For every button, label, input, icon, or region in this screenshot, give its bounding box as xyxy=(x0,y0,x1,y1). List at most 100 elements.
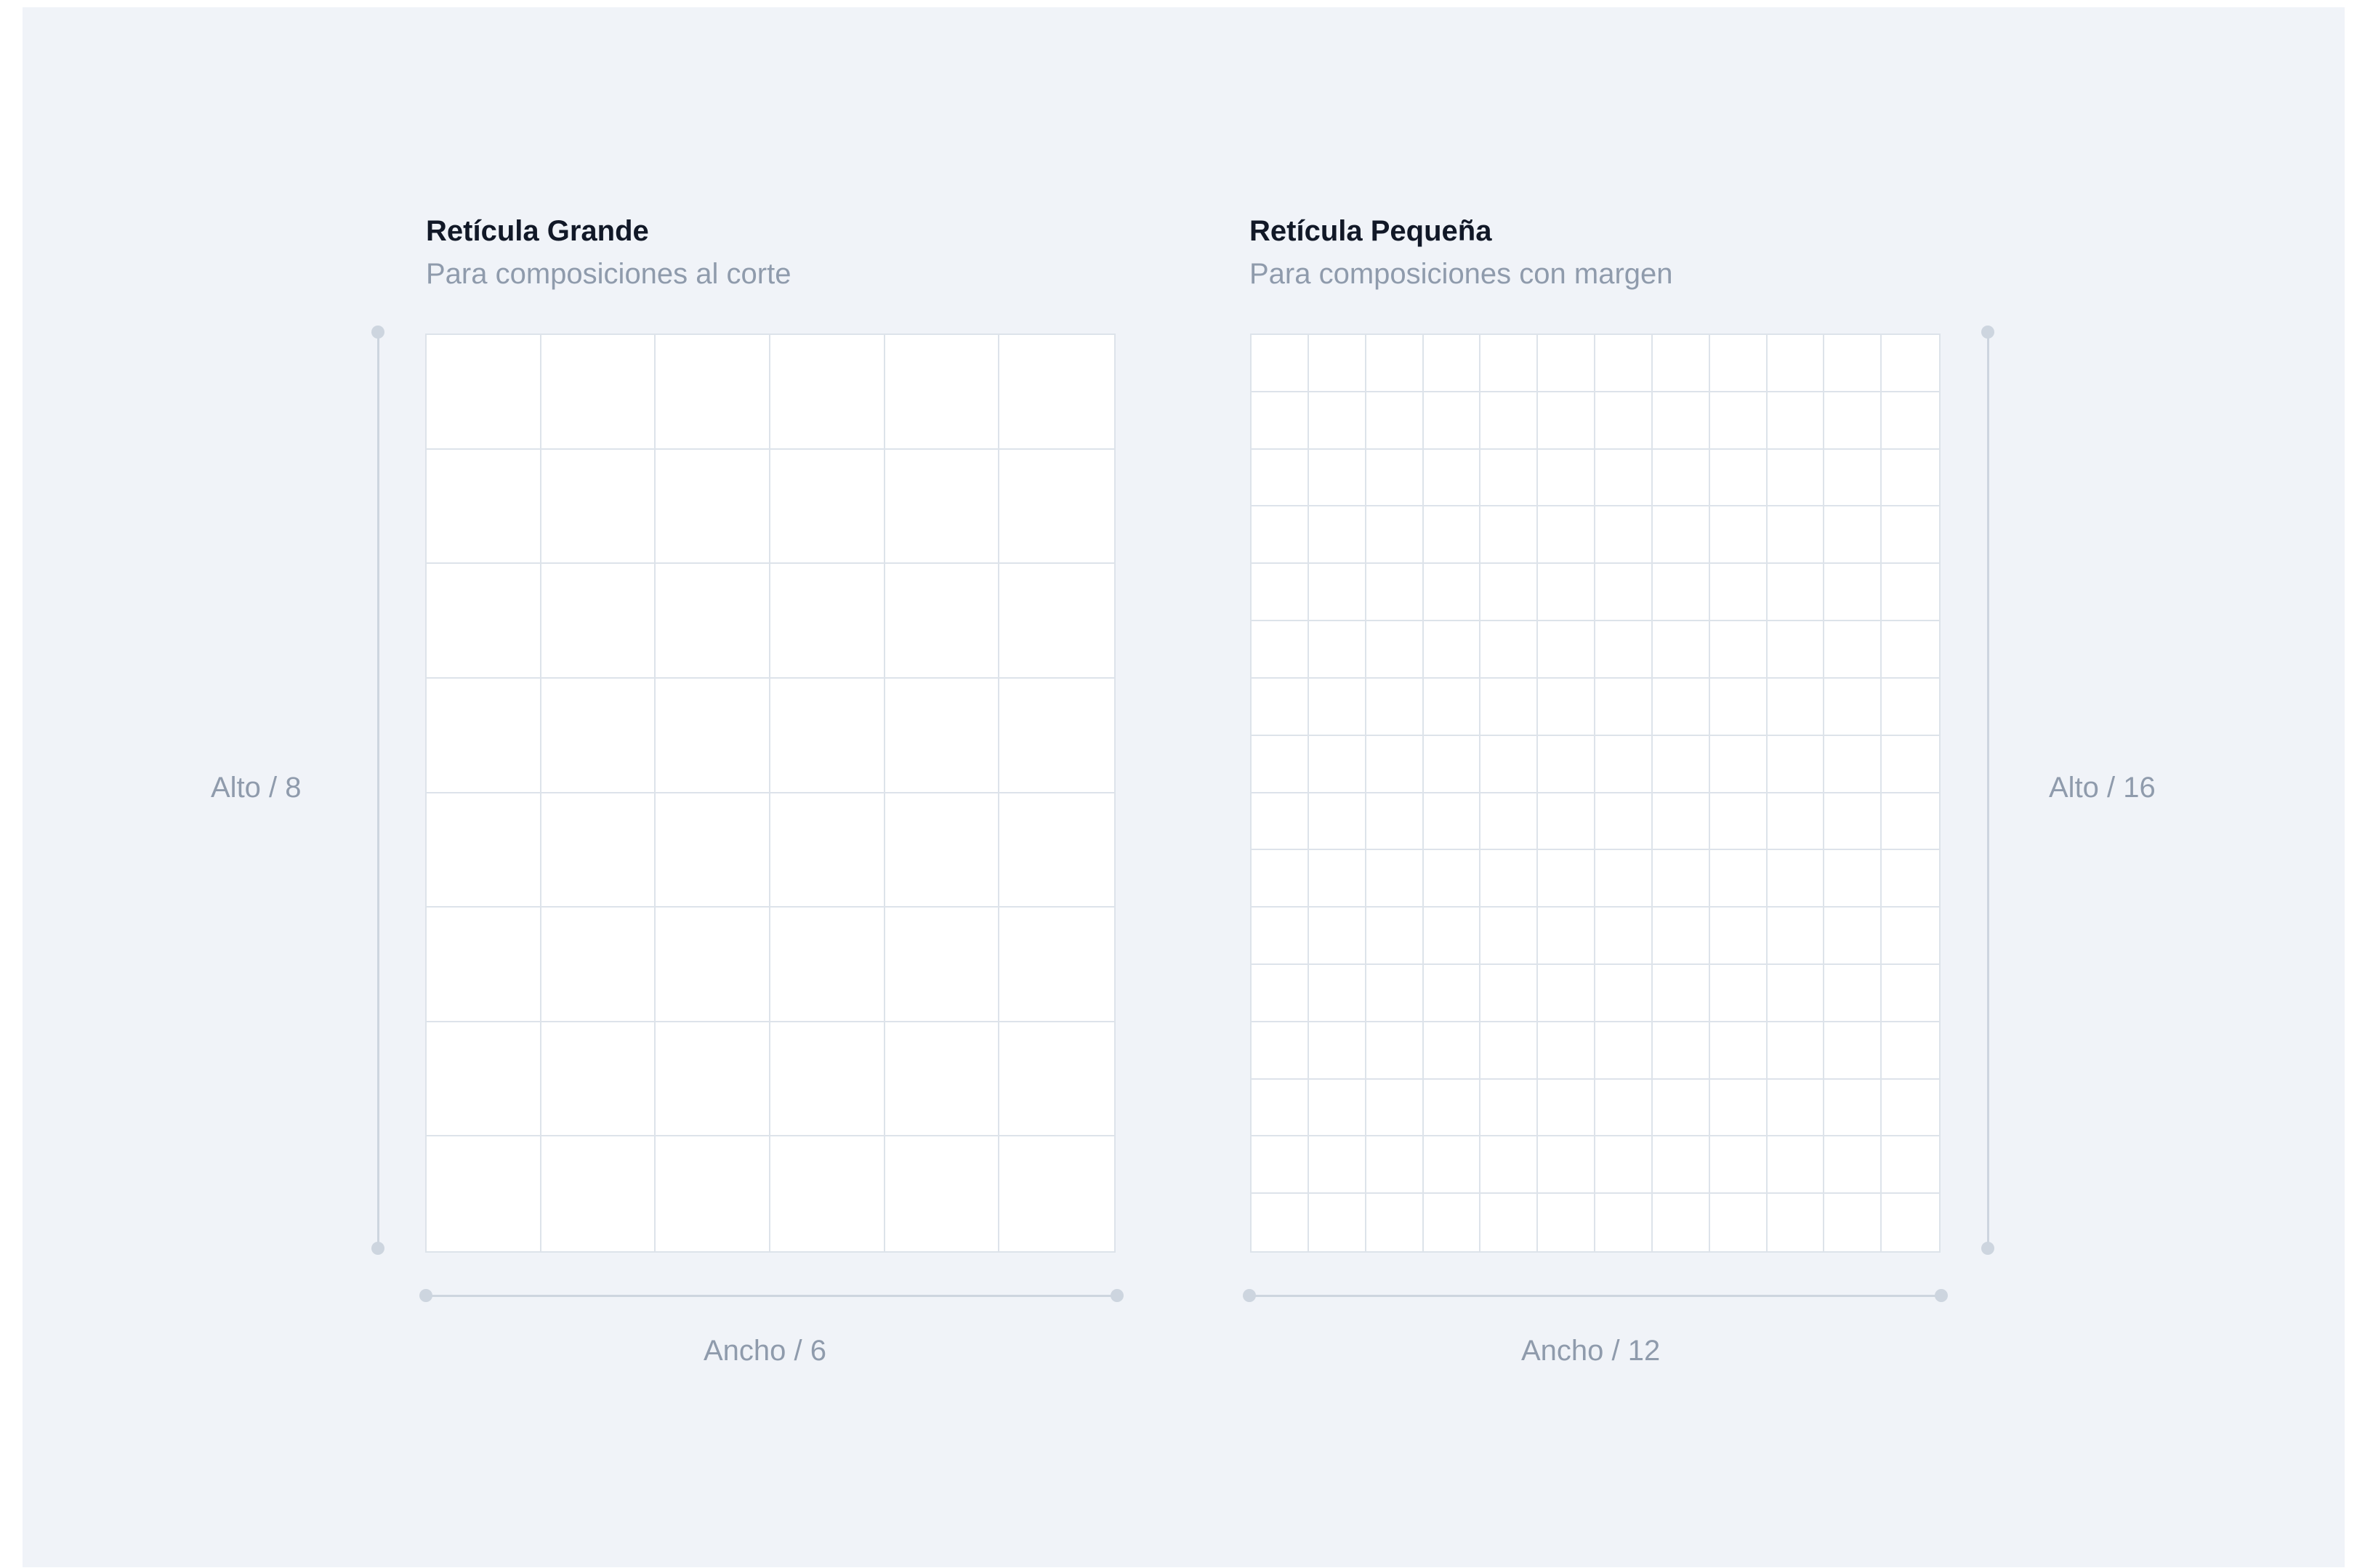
grid-cell xyxy=(1252,621,1309,679)
grid-cell xyxy=(1423,564,1481,622)
grid-cell xyxy=(1709,735,1768,793)
grid-cell xyxy=(1709,564,1768,622)
grid-cell xyxy=(1767,392,1825,450)
grid-cell xyxy=(1882,965,1939,1022)
grid-cell xyxy=(1824,793,1882,851)
grid-cell xyxy=(1366,1136,1424,1195)
grid-cell xyxy=(1652,735,1710,793)
large-width-label: Ancho / 6 xyxy=(704,1335,827,1367)
grid-cell xyxy=(1480,392,1539,450)
grid-cell xyxy=(1423,735,1481,793)
grid-cell xyxy=(1709,850,1768,908)
grid-cell xyxy=(1423,449,1481,507)
grid-cell xyxy=(885,793,1000,908)
grid-cell xyxy=(1423,392,1481,450)
grid-cell xyxy=(1595,564,1653,622)
grid-cell xyxy=(1595,964,1653,1022)
grid-cell xyxy=(1709,506,1768,565)
grid-cell xyxy=(1252,793,1309,851)
grid-cell xyxy=(1882,1022,1939,1080)
grid-cell xyxy=(1652,564,1710,622)
grid-cell xyxy=(1308,678,1366,736)
grid-cell xyxy=(1538,850,1595,908)
grid-cell xyxy=(1538,335,1595,392)
grid-cell xyxy=(1652,908,1710,965)
small-height-ruler xyxy=(1987,332,1989,1249)
grid-cell xyxy=(1882,506,1939,565)
grid-cell xyxy=(1480,1136,1539,1195)
grid-cell xyxy=(1480,564,1539,622)
grid-cell xyxy=(1538,621,1595,679)
grid-cell xyxy=(1480,964,1539,1022)
grid-cell xyxy=(1308,621,1366,679)
grid-cell xyxy=(656,449,770,565)
grid-cell xyxy=(1767,964,1825,1022)
grid-cell xyxy=(1252,449,1309,507)
grid-cell xyxy=(1824,735,1882,793)
grid-cell xyxy=(427,1022,541,1137)
grid-cell xyxy=(885,1022,1000,1137)
grid-cell xyxy=(1252,335,1309,392)
grid-cell xyxy=(1480,1194,1539,1251)
grid-cell xyxy=(1882,392,1939,450)
grid-cell xyxy=(1882,908,1939,965)
grid-cell xyxy=(999,793,1114,908)
grid-cell xyxy=(1538,1136,1595,1195)
grid-cell xyxy=(1480,449,1539,507)
grid-cell xyxy=(1652,621,1710,679)
grid-cell xyxy=(770,1022,885,1137)
small-height-ruler-bottom-dot xyxy=(1981,1242,1994,1255)
grid-cell xyxy=(1595,621,1653,679)
large-height-ruler-bottom-dot xyxy=(371,1242,384,1255)
grid-cell xyxy=(1709,392,1768,450)
grid-cell xyxy=(1882,564,1939,622)
grid-cell xyxy=(1767,564,1825,622)
grid-cell xyxy=(1538,564,1595,622)
grid-cell xyxy=(1480,1079,1539,1137)
grid-cell xyxy=(1595,793,1653,851)
grid-cell xyxy=(1652,678,1710,736)
grid-cell xyxy=(1595,392,1653,450)
grid-cell xyxy=(1480,1022,1539,1080)
grid-cell xyxy=(541,1022,656,1137)
grid-cell xyxy=(1252,908,1309,965)
grid-cell xyxy=(656,908,770,1022)
small-width-ruler xyxy=(1250,1295,1941,1297)
grid-cell xyxy=(1595,908,1653,965)
grid-cell xyxy=(1767,793,1825,851)
grid-cell xyxy=(1480,908,1539,965)
grid-cell xyxy=(1652,793,1710,851)
grid-cell xyxy=(1423,1022,1481,1080)
grid-cell xyxy=(541,908,656,1022)
grid-cell xyxy=(1709,908,1768,965)
grid-cell xyxy=(1709,678,1768,736)
grid-cell xyxy=(999,908,1114,1022)
grid-cell xyxy=(1423,908,1481,965)
grid-cell xyxy=(1308,564,1366,622)
grid-cell xyxy=(1366,335,1424,392)
grid-cell xyxy=(1308,964,1366,1022)
grid-cell xyxy=(1767,908,1825,965)
large-height-ruler-top-dot xyxy=(371,326,384,339)
grid-cell xyxy=(1824,1022,1882,1080)
grid-cell xyxy=(1767,1079,1825,1137)
grid-cell xyxy=(999,335,1114,450)
grid-cell xyxy=(770,908,885,1022)
grid-cell xyxy=(1480,506,1539,565)
grid-cell xyxy=(1480,335,1539,392)
small-grid-title: Retícula Pequeña xyxy=(1249,215,1492,247)
grid-cell xyxy=(1767,1136,1825,1195)
grid-cell xyxy=(1767,335,1825,392)
grid-cell xyxy=(999,1022,1114,1137)
diagram-canvas xyxy=(23,7,2345,1567)
grid-cell xyxy=(1652,392,1710,450)
grid-cell xyxy=(1882,1194,1939,1251)
grid-cell xyxy=(1882,450,1939,507)
grid-cell xyxy=(770,335,885,450)
grid-cell xyxy=(770,564,885,679)
grid-cell xyxy=(885,449,1000,565)
grid-cell xyxy=(1710,1194,1768,1251)
grid-cell xyxy=(1423,964,1481,1022)
grid-cell xyxy=(1824,1194,1882,1251)
grid-cell xyxy=(1423,1079,1481,1137)
